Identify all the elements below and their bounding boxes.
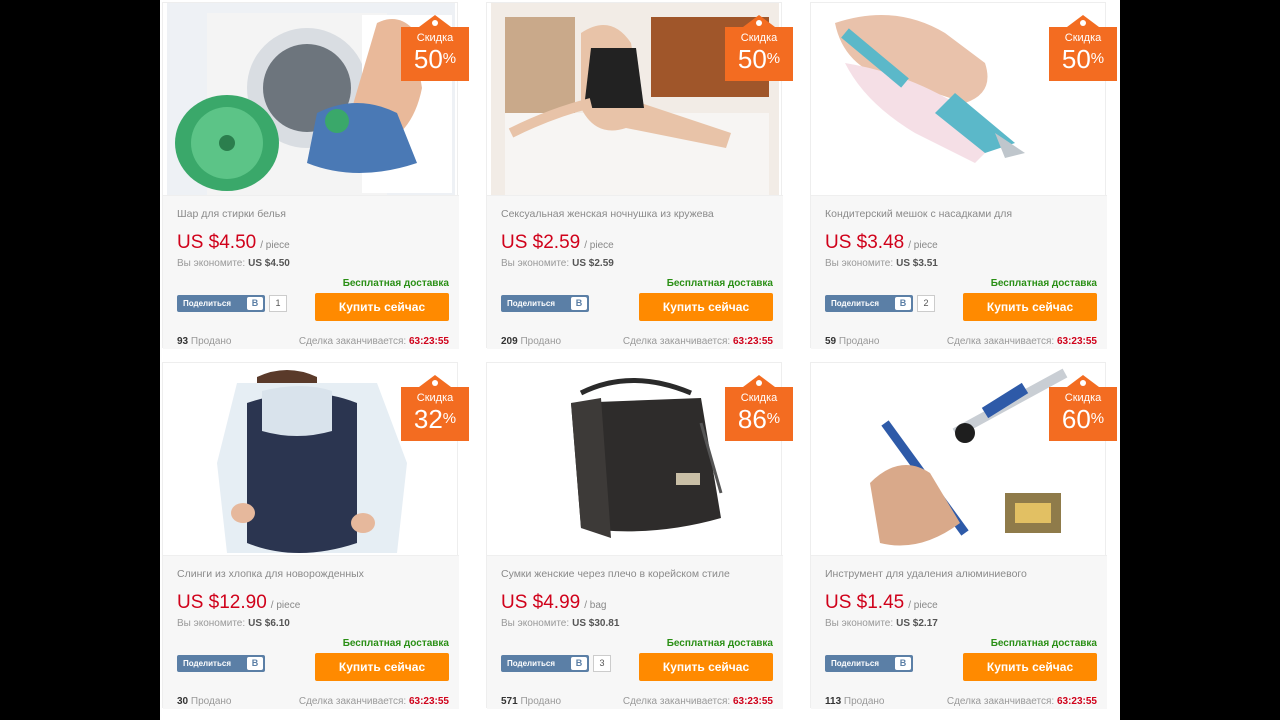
product-grid: Скидка 50% Шар для стирки белья US $4.50… — [160, 0, 1120, 720]
product-card[interactable]: Скидка 60% Инструмент для удаления алюми… — [810, 362, 1117, 709]
product-card[interactable]: Скидка 50% Кондитерский мешок с насадкам… — [810, 2, 1117, 349]
vk-icon: В — [247, 297, 263, 310]
vk-icon: В — [571, 657, 587, 670]
share-button[interactable]: Поделиться В — [501, 295, 589, 312]
vk-icon: В — [895, 657, 911, 670]
deal-timer: Сделка заканчивается: 63:23:55 — [946, 696, 1097, 707]
discount-value: 50% — [413, 44, 457, 74]
share-button[interactable]: Поделиться В — [177, 655, 265, 672]
product-title[interactable]: Кондитерский мешок с насадками для — [825, 208, 1095, 220]
product-price: US $12.90/ piece — [177, 592, 301, 613]
sold-count: 59 Продано — [825, 336, 880, 347]
share-button[interactable]: Поделиться В — [177, 295, 265, 312]
product-card[interactable]: Скидка 86% Сумки женские через плечо в к… — [486, 362, 793, 709]
free-shipping-label: Бесплатная доставка — [342, 278, 449, 289]
product-price: US $3.48/ piece — [825, 232, 938, 253]
savings-text: Вы экономите: US $3.51 — [825, 258, 938, 269]
discount-tag: Скидка 86% — [723, 369, 795, 441]
savings-text: Вы экономите: US $2.17 — [825, 618, 938, 629]
discount-tag: Скидка 50% — [399, 9, 471, 81]
share-button[interactable]: Поделиться В — [501, 655, 589, 672]
buy-now-button[interactable]: Купить сейчас — [315, 653, 449, 681]
product-card[interactable]: Скидка 50% Сексуальная женская ночнушка … — [486, 2, 793, 349]
discount-label: Скидка — [416, 392, 454, 404]
discount-tag: Скидка 60% — [1047, 369, 1119, 441]
savings-text: Вы экономите: US $6.10 — [177, 618, 290, 629]
buy-now-button[interactable]: Купить сейчас — [315, 293, 449, 321]
discount-label: Скидка — [740, 32, 778, 44]
vk-icon: В — [571, 297, 587, 310]
discount-label: Скидка — [740, 392, 778, 404]
share-count: 2 — [917, 295, 935, 312]
discount-label: Скидка — [1064, 32, 1102, 44]
share-count: 3 — [593, 655, 611, 672]
product-price: US $4.99/ bag — [501, 592, 607, 613]
product-title[interactable]: Инструмент для удаления алюминиевого — [825, 568, 1095, 580]
buy-now-button[interactable]: Купить сейчас — [639, 293, 773, 321]
discount-tag: Скидка 32% — [399, 369, 471, 441]
savings-text: Вы экономите: US $2.59 — [501, 258, 614, 269]
deal-timer: Сделка заканчивается: 63:23:55 — [946, 336, 1097, 347]
sold-count: 209 Продано — [501, 336, 562, 347]
deal-timer: Сделка заканчивается: 63:23:55 — [298, 336, 449, 347]
product-price: US $4.50/ piece — [177, 232, 290, 253]
savings-text: Вы экономите: US $4.50 — [177, 258, 290, 269]
product-card[interactable]: Скидка 32% Слинги из хлопка для новорожд… — [162, 362, 469, 709]
vk-icon: В — [895, 297, 911, 310]
free-shipping-label: Бесплатная доставка — [666, 638, 773, 649]
product-card[interactable]: Скидка 50% Шар для стирки белья US $4.50… — [162, 2, 469, 349]
buy-now-button[interactable]: Купить сейчас — [639, 653, 773, 681]
free-shipping-label: Бесплатная доставка — [990, 278, 1097, 289]
share-button[interactable]: Поделиться В — [825, 655, 913, 672]
sold-count: 571 Продано — [501, 696, 562, 707]
free-shipping-label: Бесплатная доставка — [666, 278, 773, 289]
deal-timer: Сделка заканчивается: 63:23:55 — [622, 336, 773, 347]
share-button[interactable]: Поделиться В — [825, 295, 913, 312]
discount-value: 60% — [1061, 404, 1105, 434]
vk-icon: В — [247, 657, 263, 670]
sold-count: 113 Продано — [825, 696, 885, 707]
sold-count: 93 Продано — [177, 336, 232, 347]
discount-label: Скидка — [1064, 392, 1102, 404]
free-shipping-label: Бесплатная доставка — [342, 638, 449, 649]
sold-count: 30 Продано — [177, 696, 232, 707]
deal-timer: Сделка заканчивается: 63:23:55 — [298, 696, 449, 707]
buy-now-button[interactable]: Купить сейчас — [963, 653, 1097, 681]
discount-value: 32% — [413, 404, 457, 434]
product-price: US $2.59/ piece — [501, 232, 614, 253]
deal-timer: Сделка заканчивается: 63:23:55 — [622, 696, 773, 707]
share-count: 1 — [269, 295, 287, 312]
discount-value: 50% — [737, 44, 781, 74]
discount-tag: Скидка 50% — [723, 9, 795, 81]
free-shipping-label: Бесплатная доставка — [990, 638, 1097, 649]
buy-now-button[interactable]: Купить сейчас — [963, 293, 1097, 321]
product-title[interactable]: Слинги из хлопка для новорожденных — [177, 568, 447, 580]
discount-value: 50% — [1061, 44, 1105, 74]
discount-value: 86% — [737, 404, 781, 434]
product-title[interactable]: Шар для стирки белья — [177, 208, 447, 220]
product-title[interactable]: Сумки женские через плечо в корейском ст… — [501, 568, 771, 580]
savings-text: Вы экономите: US $30.81 — [501, 618, 620, 629]
product-title[interactable]: Сексуальная женская ночнушка из кружева — [501, 208, 771, 220]
product-price: US $1.45/ piece — [825, 592, 938, 613]
discount-tag: Скидка 50% — [1047, 9, 1119, 81]
discount-label: Скидка — [416, 32, 454, 44]
